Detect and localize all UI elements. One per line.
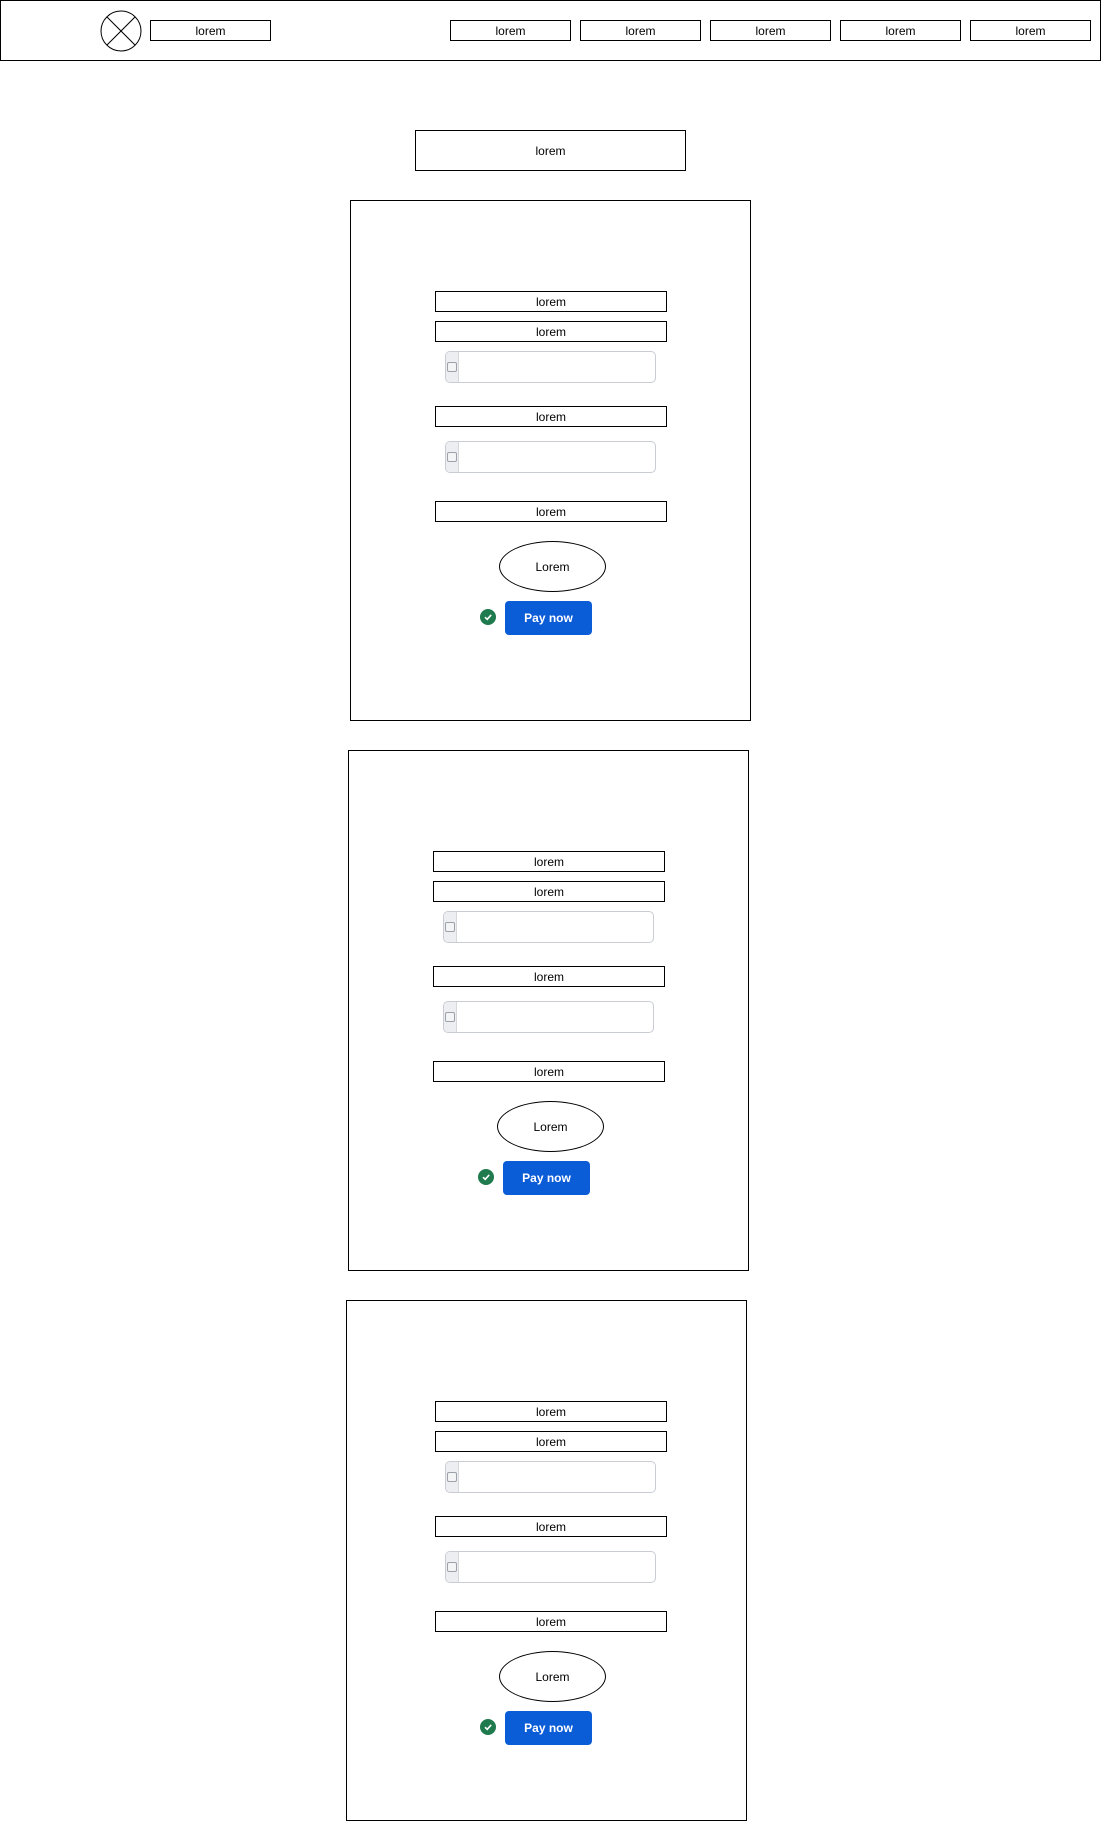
card-input-field[interactable] xyxy=(445,1461,656,1493)
checkbox-icon[interactable] xyxy=(447,1562,457,1572)
field-label: lorem xyxy=(435,1431,667,1452)
card-input-field[interactable] xyxy=(443,1001,654,1033)
field-label: lorem xyxy=(433,851,665,872)
field-label: lorem xyxy=(435,291,667,312)
payment-card-2: lorem lorem lorem lorem Lorem Pay now xyxy=(348,750,749,1271)
field-label: lorem xyxy=(433,966,665,987)
card-input-field[interactable] xyxy=(445,1551,656,1583)
checkbox-icon[interactable] xyxy=(445,1012,455,1022)
nav-item-1[interactable]: lorem xyxy=(450,20,571,41)
field-label: lorem xyxy=(435,406,667,427)
oval-option[interactable]: Lorem xyxy=(499,541,606,592)
check-circle-icon xyxy=(480,609,496,625)
check-circle-icon xyxy=(478,1169,494,1185)
pay-now-button[interactable]: Pay now xyxy=(505,1711,592,1745)
pay-now-button[interactable]: Pay now xyxy=(503,1161,590,1195)
field-label: lorem xyxy=(435,1611,667,1632)
oval-option[interactable]: Lorem xyxy=(499,1651,606,1702)
nav-item-2[interactable]: lorem xyxy=(580,20,701,41)
payment-card-3: lorem lorem lorem lorem Lorem Pay now xyxy=(346,1300,747,1821)
field-label: lorem xyxy=(435,321,667,342)
nav-item-5[interactable]: lorem xyxy=(970,20,1091,41)
brand-label[interactable]: lorem xyxy=(150,20,271,41)
nav-item-4[interactable]: lorem xyxy=(840,20,961,41)
field-label: lorem xyxy=(433,881,665,902)
checkbox-icon[interactable] xyxy=(447,1472,457,1482)
card-input-field[interactable] xyxy=(443,911,654,943)
pay-now-button[interactable]: Pay now xyxy=(505,601,592,635)
checkbox-icon[interactable] xyxy=(445,922,455,932)
card-input-field[interactable] xyxy=(445,441,656,473)
field-label: lorem xyxy=(433,1061,665,1082)
checkbox-icon[interactable] xyxy=(447,452,457,462)
check-circle-icon xyxy=(480,1719,496,1735)
page-title: lorem xyxy=(415,130,686,171)
field-label: lorem xyxy=(435,1516,667,1537)
logo-placeholder-icon[interactable] xyxy=(100,10,142,52)
checkbox-icon[interactable] xyxy=(447,362,457,372)
field-label: lorem xyxy=(435,501,667,522)
card-input-field[interactable] xyxy=(445,351,656,383)
payment-card-1: lorem lorem lorem lorem Lorem Pay now xyxy=(350,200,751,721)
nav-item-3[interactable]: lorem xyxy=(710,20,831,41)
field-label: lorem xyxy=(435,1401,667,1422)
oval-option[interactable]: Lorem xyxy=(497,1101,604,1152)
